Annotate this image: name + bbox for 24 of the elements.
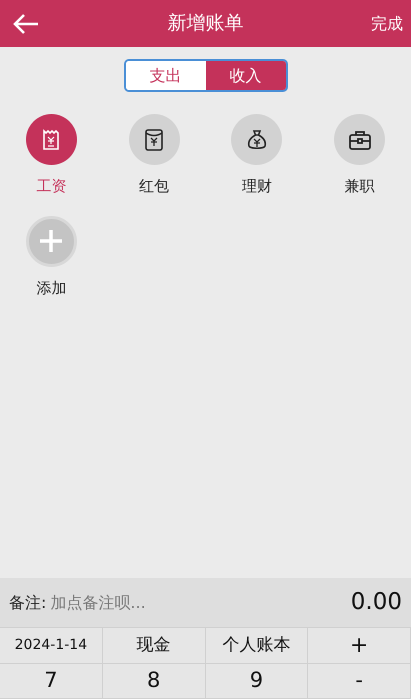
envelope-icon bbox=[144, 128, 164, 152]
amount-display: 0.00 bbox=[350, 578, 411, 627]
plus-icon bbox=[38, 228, 64, 254]
category-item[interactable]: 红包 bbox=[102, 114, 206, 198]
keypad-key[interactable]: 现金 bbox=[102, 628, 206, 664]
keypad-key[interactable]: 8 bbox=[102, 664, 206, 699]
type-tab[interactable]: 收入 bbox=[206, 61, 286, 90]
keypad-key[interactable]: - bbox=[308, 664, 411, 699]
back-arrow-icon bbox=[12, 12, 40, 34]
category-item[interactable]: 理财 bbox=[206, 114, 308, 198]
keypad-key[interactable]: + bbox=[308, 628, 411, 664]
done-button[interactable]: 完成 bbox=[371, 12, 403, 36]
keypad-key[interactable]: 个人账本 bbox=[206, 628, 308, 664]
note-input[interactable]: 加点备注呗... bbox=[50, 578, 351, 627]
receipt-icon bbox=[41, 128, 62, 150]
page-title: 新增账单 bbox=[168, 11, 244, 36]
category-item[interactable]: 兼职 bbox=[308, 114, 411, 198]
category-item[interactable]: 添加 bbox=[0, 216, 103, 299]
note-label: 备注: bbox=[0, 578, 50, 627]
briefcase-icon bbox=[348, 128, 372, 150]
category-item[interactable]: 工资 bbox=[0, 114, 103, 198]
keypad-key[interactable]: 2024-1-14 bbox=[0, 628, 103, 664]
keypad-key[interactable]: 9 bbox=[206, 664, 308, 699]
keypad-key[interactable]: 7 bbox=[0, 664, 103, 699]
